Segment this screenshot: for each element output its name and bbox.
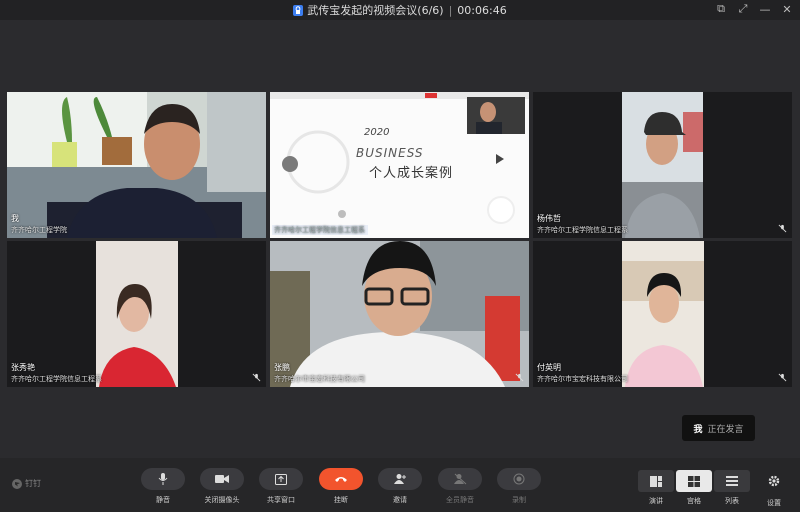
meeting-timer: 00:06:46 [457, 3, 507, 17]
speaking-indicator: 我 正在发言 [682, 415, 755, 441]
brand-logo: 钉钉 [12, 478, 41, 489]
share-window-button-body[interactable] [259, 468, 303, 490]
mic-muted-icon [515, 373, 524, 382]
video-feed [270, 241, 529, 387]
grid-view-icon [688, 475, 700, 487]
hangup-button-body[interactable] [319, 468, 363, 490]
view-list-button[interactable] [714, 470, 750, 492]
video-tile-screen-share[interactable]: 2020 BUSINESS 个人成长案例 齐齐哈尔工程学院信息工程系 [270, 92, 529, 238]
video-feed [7, 241, 266, 387]
list-view-icon [726, 476, 738, 486]
speaker-view-icon [650, 475, 662, 487]
video-tile-participant[interactable]: 杨伟哲 齐齐哈尔工程学院信息工程系 [533, 92, 792, 238]
video-tile-participant[interactable]: 付英明 齐齐哈尔市宝宏科技有限公司 [533, 241, 792, 387]
share-window-button[interactable]: 共享窗口 [259, 468, 303, 505]
dingtalk-icon [12, 478, 22, 489]
participant-name: 付英明 [537, 363, 561, 372]
record-button-body[interactable] [497, 468, 541, 490]
meeting-title: 武传宝发起的视频会议(6/6) [307, 4, 444, 17]
video-feed [533, 92, 792, 238]
hangup-label: 挂断 [334, 496, 348, 504]
brand-name: 钉钉 [25, 479, 41, 488]
speaker-status: 正在发言 [707, 424, 744, 435]
mute-label: 静音 [156, 496, 170, 504]
video-tile-participant[interactable]: 张秀艳 齐齐哈尔工程学院信息工程系 [7, 241, 266, 387]
participant-org: 齐齐哈尔市宝宏科技有限公司 [537, 375, 628, 383]
participant-org: 齐齐哈尔工程学院信息工程系 [274, 226, 365, 234]
mic-muted-icon [252, 373, 261, 382]
hangup-phone-icon [335, 477, 347, 482]
close-icon[interactable]: ✕ [780, 2, 794, 16]
settings-button[interactable]: 设置 [760, 472, 788, 508]
view-list-label: 列表 [725, 497, 739, 505]
view-speaker-button[interactable] [638, 470, 674, 492]
video-grid: 我 齐齐哈尔工程学院 2020 BUSINESS 个人成长案例 齐齐哈尔工程学院… [7, 92, 793, 388]
title-separator: | [448, 3, 453, 17]
participant-name: 我 [11, 214, 19, 223]
invite-label: 邀请 [393, 496, 407, 504]
speaker-name: 我 [693, 424, 703, 435]
view-speaker-label: 演讲 [649, 497, 663, 505]
settings-label: 设置 [767, 499, 781, 507]
video-tile-participant[interactable]: 张鹏 齐齐哈尔市宝宏科技有限公司 [270, 241, 529, 387]
mute-button-body[interactable] [141, 468, 185, 490]
participant-org: 齐齐哈尔工程学院 [11, 226, 67, 234]
video-feed [7, 92, 266, 238]
participant-name: 张秀艳 [11, 363, 35, 372]
slide-year: 2020 [364, 127, 390, 138]
hangup-button[interactable]: 挂断 [319, 468, 363, 505]
gear-icon [768, 475, 780, 487]
camera-icon [215, 475, 229, 483]
share-screen-icon [275, 473, 287, 485]
mic-muted-icon [778, 224, 787, 233]
record-button[interactable]: 录制 [497, 468, 541, 505]
participant-org: 齐齐哈尔工程学院信息工程系 [537, 226, 628, 234]
title-bar: 武传宝发起的视频会议(6/6) | 00:06:46 ⧉ ⤢ — ✕ [0, 0, 800, 20]
camera-off-button-body[interactable] [200, 468, 244, 490]
add-person-icon [393, 474, 406, 484]
invite-button[interactable]: 邀请 [378, 468, 422, 505]
mute-all-button[interactable]: 全员静音 [438, 468, 482, 505]
slide-title: 个人成长案例 [369, 166, 454, 181]
share-window-label: 共享窗口 [267, 496, 295, 504]
video-tile-me[interactable]: 我 齐齐哈尔工程学院 [7, 92, 266, 238]
mute-all-button-body[interactable] [438, 468, 482, 490]
minimize-icon[interactable]: — [758, 2, 772, 16]
participant-name: 杨伟哲 [537, 214, 561, 223]
mute-button[interactable]: 静音 [141, 468, 185, 505]
camera-off-button[interactable]: 关闭摄像头 [200, 468, 244, 505]
microphone-icon [158, 473, 168, 485]
slide-word: BUSINESS [356, 146, 424, 160]
video-feed [533, 241, 792, 387]
record-label: 录制 [512, 496, 526, 504]
view-grid-label: 宫格 [687, 497, 701, 505]
record-icon [513, 473, 525, 485]
invite-button-body[interactable] [378, 468, 422, 490]
popout-icon[interactable]: ⧉ [714, 2, 728, 16]
window-controls: ⧉ ⤢ — ✕ [714, 2, 794, 16]
mic-muted-icon [778, 373, 787, 382]
view-grid-button[interactable] [676, 470, 712, 492]
participant-name: 张鹏 [274, 363, 290, 372]
camera-off-label: 关闭摄像头 [204, 496, 240, 504]
mute-all-label: 全员静音 [446, 496, 474, 504]
participant-org: 齐齐哈尔工程学院信息工程系 [11, 375, 102, 383]
fullscreen-icon[interactable]: ⤢ [736, 2, 750, 16]
mute-all-icon [453, 473, 466, 485]
participant-org: 齐齐哈尔市宝宏科技有限公司 [274, 375, 365, 383]
lock-icon [293, 4, 304, 16]
